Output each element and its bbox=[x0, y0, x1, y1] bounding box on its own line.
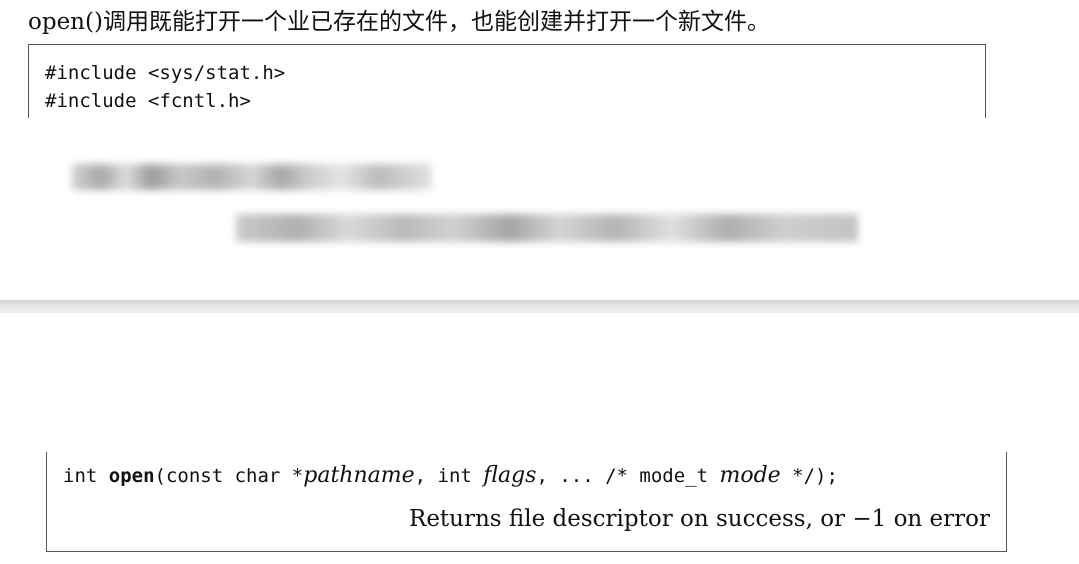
open-prototype: int open(const char *pathname, int flags… bbox=[63, 460, 838, 491]
blurred-region-1 bbox=[72, 164, 432, 190]
param-sep-1: , int bbox=[414, 465, 484, 487]
page-divider bbox=[0, 300, 1079, 313]
intro-paragraph: open()调用既能打开一个业已存在的文件，也能创建并打开一个新文件。 bbox=[28, 9, 770, 35]
returns-description: Returns file descriptor on success, or −… bbox=[409, 506, 990, 532]
include-code-block: #include <sys/stat.h> #include <fcntl.h> bbox=[28, 44, 986, 118]
param-open: (const char * bbox=[154, 465, 304, 487]
prototype-box: int open(const char *pathname, int flags… bbox=[46, 452, 1007, 552]
return-type: int bbox=[63, 465, 109, 487]
param-mode: mode bbox=[719, 463, 781, 488]
function-name: open bbox=[108, 465, 155, 487]
include-line-2: #include <fcntl.h> bbox=[45, 90, 251, 112]
param-flags: flags bbox=[483, 463, 537, 488]
include-line-1: #include <sys/stat.h> bbox=[45, 62, 286, 84]
param-pathname: pathname bbox=[303, 463, 415, 488]
param-close: */); bbox=[780, 465, 838, 487]
blurred-region-2 bbox=[236, 214, 858, 242]
param-sep-2: , ... /* mode_t bbox=[536, 465, 720, 487]
